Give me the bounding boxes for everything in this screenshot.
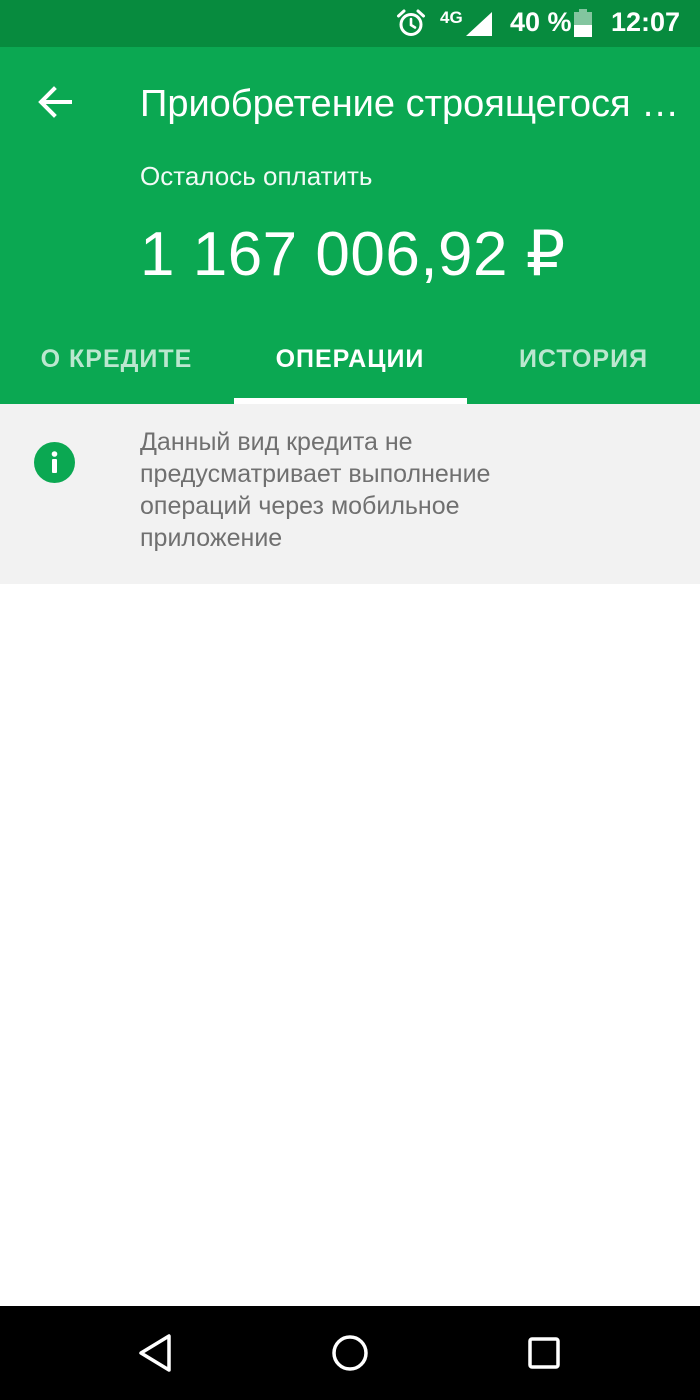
remaining-amount: 1 167 006,92 ₽ bbox=[140, 220, 566, 289]
tab-operations[interactable]: ОПЕРАЦИИ bbox=[233, 315, 467, 404]
nav-home-icon[interactable] bbox=[327, 1330, 373, 1376]
back-button[interactable] bbox=[22, 77, 88, 127]
clock: 12:07 bbox=[611, 7, 681, 37]
header: Приобретение строящегося жилья Осталось … bbox=[0, 47, 700, 404]
info-banner: Данный вид кредита не предусматривает вы… bbox=[0, 404, 700, 584]
remaining-label: Осталось оплатить bbox=[140, 161, 373, 191]
tab-history[interactable]: ИСТОРИЯ bbox=[467, 315, 700, 404]
battery-percent: 40 % bbox=[510, 7, 572, 37]
nav-back-icon[interactable] bbox=[133, 1330, 179, 1376]
status-bar: 4G 40 % 12:07 bbox=[0, 0, 700, 47]
page-title: Приобретение строящегося жилья bbox=[140, 83, 680, 125]
tab-bar: О КРЕДИТЕ ОПЕРАЦИИ ИСТОРИЯ bbox=[0, 315, 700, 404]
tab-about-credit[interactable]: О КРЕДИТЕ bbox=[0, 315, 233, 404]
screen: 4G 40 % 12:07 Приобретение строящегося ж… bbox=[0, 0, 700, 1400]
signal-icon bbox=[466, 12, 492, 36]
network-type: 4G bbox=[440, 8, 463, 27]
alarm-icon bbox=[397, 9, 425, 36]
battery-icon bbox=[574, 9, 592, 37]
nav-recents-icon[interactable] bbox=[521, 1330, 567, 1376]
info-icon bbox=[34, 442, 75, 483]
navigation-bar bbox=[0, 1306, 700, 1400]
info-message: Данный вид кредита не предусматривает вы… bbox=[140, 428, 491, 552]
arrow-left-icon bbox=[38, 86, 72, 118]
